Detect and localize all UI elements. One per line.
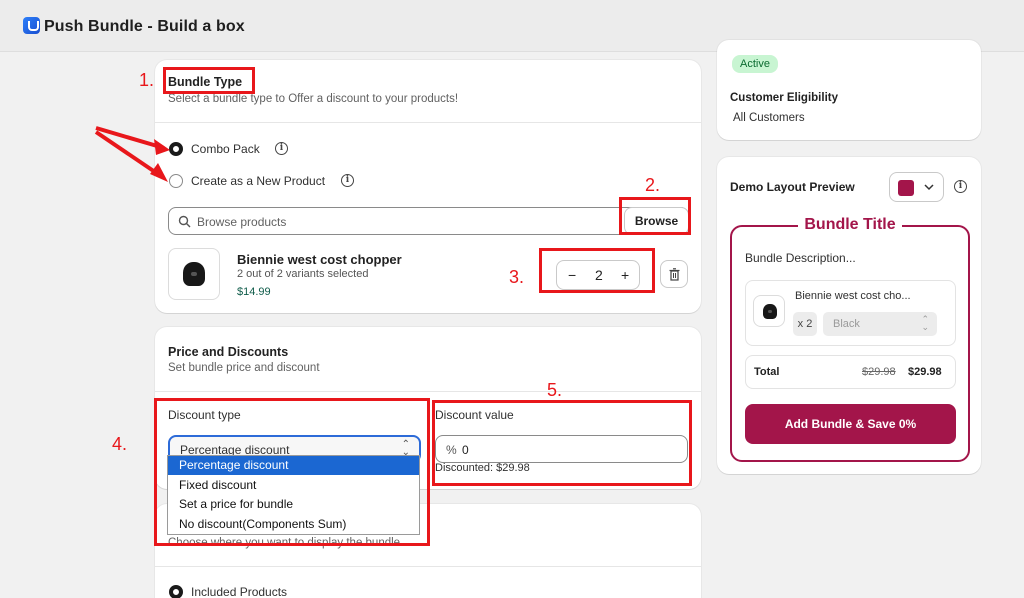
annotation-number-1: 1. [139, 70, 155, 90]
bundle-title-wrap: Bundle Title [732, 216, 968, 234]
annotation-box-2 [619, 197, 691, 235]
product-name: Biennie west cost chopper [237, 252, 402, 267]
annotation-number-2: 2. [645, 175, 661, 195]
app-title: Push Bundle - Build a box [44, 18, 245, 35]
new-product-label: Create as a New Product [191, 174, 326, 188]
combo-pack-info-icon[interactable]: i [275, 142, 288, 155]
eligibility-label: Customer Eligibility [730, 92, 838, 104]
divider [155, 566, 701, 567]
add-bundle-button[interactable]: Add Bundle & Save 0% [745, 404, 956, 444]
preview-info-icon[interactable]: i [954, 180, 967, 193]
price-discounts-title: Price and Discounts [168, 345, 289, 359]
annotation-number-3: 3. [509, 267, 525, 287]
beanie-image [763, 304, 777, 319]
product-variants: 2 out of 2 variants selected [237, 268, 369, 280]
color-swatch [898, 180, 914, 196]
annotation-box-5 [432, 400, 692, 486]
product-thumbnail [168, 248, 220, 300]
arrow-head-icon [154, 139, 170, 155]
preview-item-name: Biennie west cost cho... [795, 290, 911, 302]
beanie-image [183, 262, 205, 286]
eligibility-value: All Customers [733, 112, 805, 124]
annotation-box-1 [163, 67, 255, 94]
bundle-type-subtitle: Select a bundle type to Offer a discount… [168, 93, 459, 105]
color-picker-button[interactable] [889, 172, 944, 202]
new-price: $29.98 [908, 366, 942, 378]
price-discounts-subtitle: Set bundle price and discount [168, 362, 320, 374]
bundle-preview: Bundle Title Bundle Description... Bienn… [730, 216, 970, 462]
divider [155, 391, 701, 392]
included-products-radio[interactable] [169, 585, 183, 598]
preview-variant-select[interactable]: Black ⌃ ⌄ [823, 312, 937, 336]
included-products-label: Included Products [191, 585, 288, 598]
preview-item-qty: x 2 [793, 312, 817, 336]
annotation-box-3 [539, 248, 655, 293]
preview-total-row: Total $29.98 $29.98 [745, 355, 956, 389]
push-bundle-logo-icon [23, 17, 40, 34]
annotation-arrows [94, 126, 170, 182]
search-icon [178, 215, 191, 228]
annotation-box-4 [154, 398, 430, 546]
browse-products-search[interactable]: Browse products [168, 207, 689, 235]
chevron-down-icon [924, 184, 934, 191]
arrow-head-icon [150, 163, 168, 182]
divider [155, 122, 701, 123]
annotation-number-4: 4. [112, 434, 128, 454]
preview-title: Demo Layout Preview [730, 180, 855, 194]
select-chevron-icon: ⌃ ⌄ [921, 314, 929, 332]
trash-icon [669, 268, 680, 281]
variant-text: Black [833, 318, 860, 330]
preview-item-thumb [753, 295, 785, 327]
bundle-description: Bundle Description... [745, 251, 856, 265]
preview-item: Biennie west cost cho... x 2 Black ⌃ ⌄ [745, 280, 956, 346]
product-price: $14.99 [237, 286, 271, 298]
new-product-info-icon[interactable]: i [341, 174, 354, 187]
delete-product-button[interactable] [660, 260, 688, 288]
total-label: Total [754, 366, 780, 378]
status-card: Active Customer Eligibility All Customer… [717, 40, 981, 140]
combo-pack-label: Combo Pack [191, 142, 260, 156]
bundle-title: Bundle Title [798, 216, 902, 233]
search-placeholder: Browse products [197, 215, 287, 229]
old-price: $29.98 [862, 366, 896, 378]
status-badge: Active [732, 55, 778, 73]
preview-card: Demo Layout Preview i Bundle Title Bundl… [717, 157, 981, 474]
annotation-number-5: 5. [547, 380, 563, 400]
qty-text: x 2 [797, 318, 813, 330]
